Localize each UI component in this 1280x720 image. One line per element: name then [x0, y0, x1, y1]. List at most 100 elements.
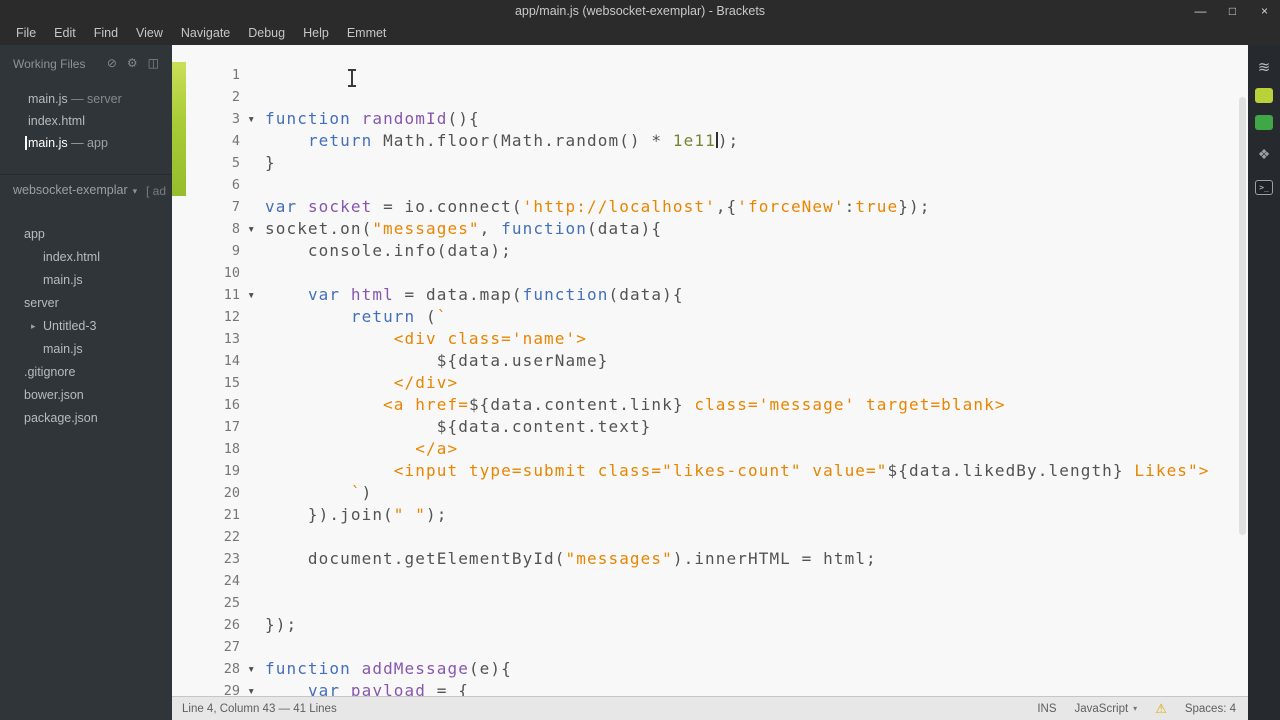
menu-debug[interactable]: Debug — [239, 22, 294, 45]
lime-extension-icon[interactable] — [1255, 88, 1273, 103]
code-line[interactable]: 17 ${data.content.text} — [172, 416, 1248, 438]
code-token: (){ — [447, 109, 480, 128]
line-number[interactable]: 28 — [172, 658, 240, 680]
line-number[interactable]: 8 — [172, 218, 240, 240]
line-number[interactable]: 10 — [172, 262, 240, 284]
code-line[interactable]: 24 — [172, 570, 1248, 592]
terminal-extension-icon[interactable]: >_ — [1255, 180, 1273, 195]
line-number[interactable]: 20 — [172, 482, 240, 504]
green-extension-icon[interactable] — [1255, 115, 1273, 130]
line-number[interactable]: 17 — [172, 416, 240, 438]
minimize-button[interactable]: — — [1193, 0, 1208, 22]
line-number[interactable]: 11 — [172, 284, 240, 306]
menu-navigate[interactable]: Navigate — [172, 22, 239, 45]
code-line[interactable]: 15 </div> — [172, 372, 1248, 394]
maximize-button[interactable]: □ — [1225, 0, 1240, 22]
working-file-item[interactable]: main.js — server — [0, 88, 172, 110]
code-line[interactable]: 12 return (` — [172, 306, 1248, 328]
line-number[interactable]: 18 — [172, 438, 240, 460]
code-line[interactable]: 27 — [172, 636, 1248, 658]
tree-item-untitled-3[interactable]: ▸ Untitled-3 — [0, 315, 172, 338]
code-line[interactable]: 18 </a> — [172, 438, 1248, 460]
code-line[interactable]: 28 ▼ function addMessage(e){ — [172, 658, 1248, 680]
line-number[interactable]: 13 — [172, 328, 240, 350]
diamond-extension-icon[interactable]: ❖ — [1254, 145, 1274, 163]
tree-item-app[interactable]: app — [0, 223, 172, 246]
line-number[interactable]: 25 — [172, 592, 240, 614]
code-line[interactable]: 2 — [172, 86, 1248, 108]
tree-item-main-js[interactable]: main.js — [0, 269, 172, 292]
code-line[interactable]: 19 <input type=submit class="likes-count… — [172, 460, 1248, 482]
line-number[interactable]: 22 — [172, 526, 240, 548]
menu-file[interactable]: File — [7, 22, 45, 45]
line-number[interactable]: 24 — [172, 570, 240, 592]
chevron-down-icon[interactable]: ▾ — [133, 186, 138, 196]
tree-item-server[interactable]: server — [0, 292, 172, 315]
code-line[interactable]: 3 ▼ function randomId(){ — [172, 108, 1248, 130]
code-line[interactable]: 10 — [172, 262, 1248, 284]
code-line[interactable]: 4 return Math.floor(Math.random() * 1e11… — [172, 130, 1248, 152]
tree-item-main-js[interactable]: main.js — [0, 338, 172, 361]
tree-item-package-json[interactable]: package.json — [0, 407, 172, 430]
menu-help[interactable]: Help — [294, 22, 338, 45]
line-number[interactable]: 29 — [172, 680, 240, 696]
line-number[interactable]: 16 — [172, 394, 240, 416]
waves-extension-icon[interactable]: ≋ — [1254, 58, 1274, 76]
insert-mode-toggle[interactable]: INS — [1037, 703, 1056, 715]
fold-marker-icon[interactable]: ▼ — [240, 108, 265, 130]
code-line[interactable]: 25 — [172, 592, 1248, 614]
code-line[interactable]: 14 ${data.userName} — [172, 350, 1248, 372]
tree-item-bower-json[interactable]: bower.json — [0, 384, 172, 407]
code-line[interactable]: 23 document.getElementById("messages").i… — [172, 548, 1248, 570]
code-line[interactable]: 21 }).join(" "); — [172, 504, 1248, 526]
menu-emmet[interactable]: Emmet — [338, 22, 396, 45]
line-number[interactable]: 21 — [172, 504, 240, 526]
language-selector[interactable]: JavaScript ▾ — [1074, 703, 1137, 715]
gear-icon[interactable]: ⚙ — [127, 56, 138, 71]
code-line[interactable]: 5} — [172, 152, 1248, 174]
code-line[interactable]: 1 — [172, 64, 1248, 86]
menu-find[interactable]: Find — [85, 22, 127, 45]
tree-item-index-html[interactable]: index.html — [0, 246, 172, 269]
working-file-item[interactable]: main.js — app — [0, 132, 172, 154]
code-line[interactable]: 13 <div class='name'> — [172, 328, 1248, 350]
line-number[interactable]: 27 — [172, 636, 240, 658]
spaces-setting[interactable]: Spaces: 4 — [1185, 703, 1236, 715]
code-line[interactable]: 11 ▼ var html = data.map(function(data){ — [172, 284, 1248, 306]
code-line[interactable]: 20 `) — [172, 482, 1248, 504]
line-number[interactable]: 14 — [172, 350, 240, 372]
fold-marker-icon[interactable]: ▼ — [240, 218, 265, 240]
line-number[interactable]: 7 — [172, 196, 240, 218]
line-number[interactable]: 23 — [172, 548, 240, 570]
close-all-icon[interactable]: ⊘ — [107, 56, 117, 71]
close-button[interactable]: × — [1257, 0, 1272, 22]
line-number[interactable]: 26 — [172, 614, 240, 636]
line-number[interactable]: 12 — [172, 306, 240, 328]
lint-warning-icon[interactable]: ⚠ — [1155, 702, 1167, 715]
fold-marker-icon[interactable]: ▼ — [240, 284, 265, 306]
code-line[interactable]: 8 ▼ socket.on("messages", function(data){ — [172, 218, 1248, 240]
working-file-item[interactable]: index.html — [0, 110, 172, 132]
code-line[interactable]: 6 — [172, 174, 1248, 196]
line-number[interactable]: 19 — [172, 460, 240, 482]
fold-marker-icon[interactable]: ▼ — [240, 658, 265, 680]
code-line[interactable]: 26}); — [172, 614, 1248, 636]
code-line[interactable]: 29 ▼ var payload = { — [172, 680, 1248, 696]
menu-edit[interactable]: Edit — [45, 22, 85, 45]
collapse-arrow-icon[interactable]: ▸ — [31, 315, 36, 338]
code-line[interactable]: 7 var socket = io.connect('http://localho… — [172, 196, 1248, 218]
editor-scrollbar-thumb[interactable] — [1239, 97, 1246, 535]
code-line[interactable]: 22 — [172, 526, 1248, 548]
editor[interactable]: 1 2 3 ▼ function randomId(){4 return Math.fl… — [172, 45, 1248, 696]
split-view-icon[interactable]: ◫ — [148, 56, 159, 71]
menu-view[interactable]: View — [127, 22, 172, 45]
line-number[interactable]: 9 — [172, 240, 240, 262]
fold-marker-icon[interactable]: ▼ — [240, 680, 265, 696]
line-number[interactable]: 15 — [172, 372, 240, 394]
code-line[interactable]: 16 <a href=${data.content.link} class='m… — [172, 394, 1248, 416]
project-header[interactable]: websocket-exemplar ▾ [ ad — [0, 174, 172, 205]
code-line[interactable]: 9 console.info(data); — [172, 240, 1248, 262]
tree-item--gitignore[interactable]: .gitignore — [0, 361, 172, 384]
